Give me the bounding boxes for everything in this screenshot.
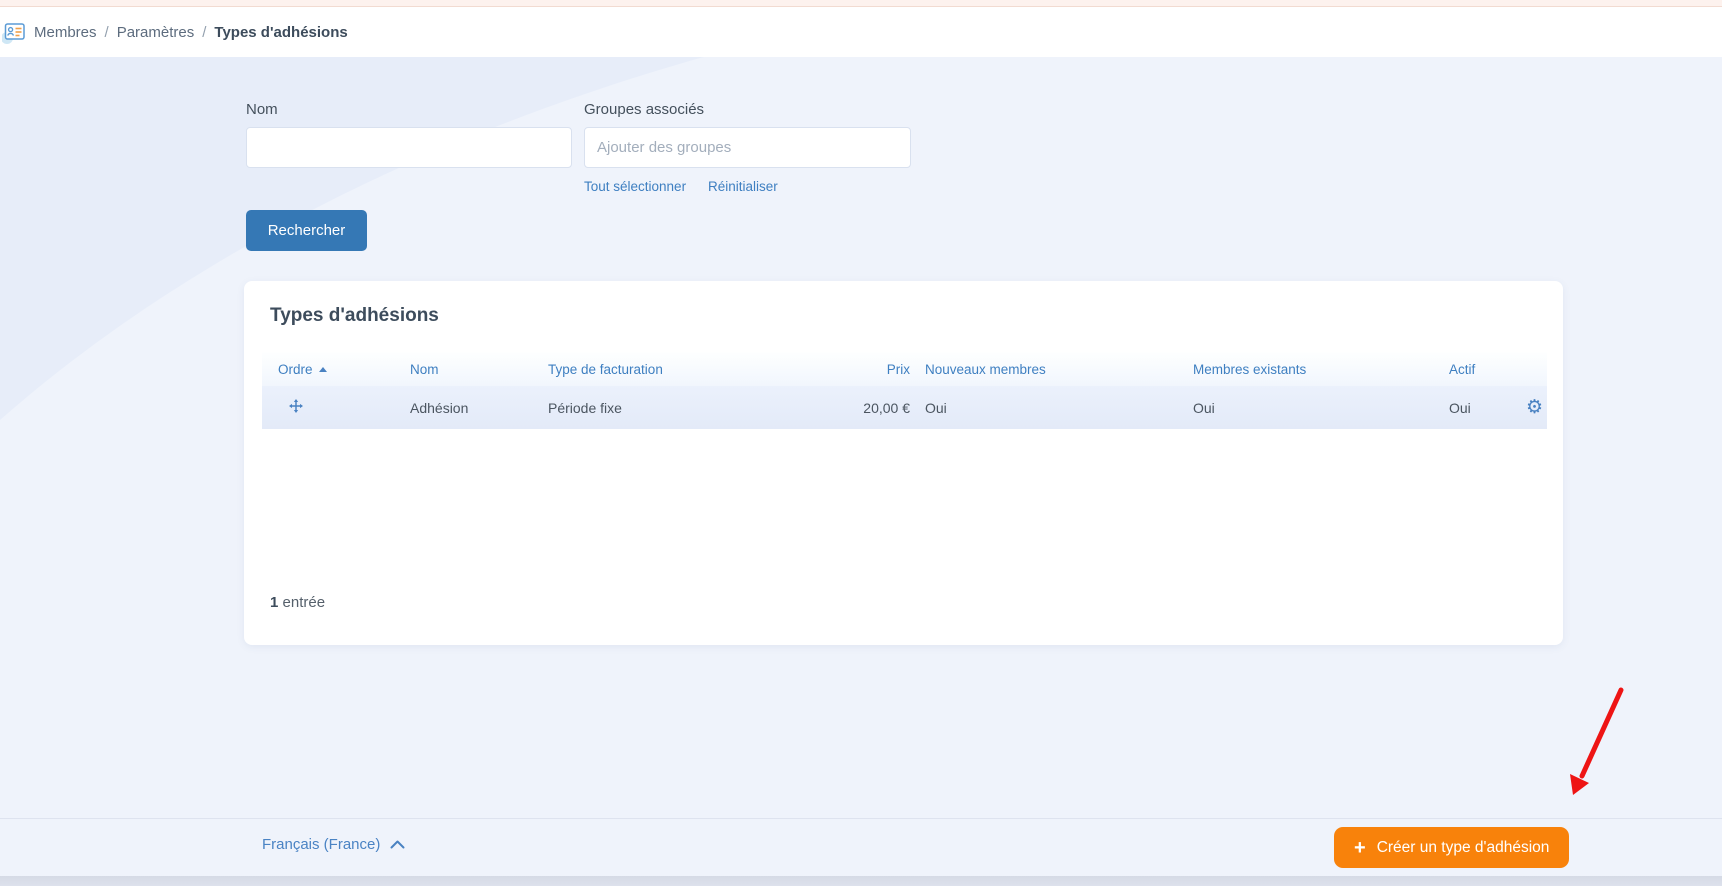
- column-header-prix[interactable]: Prix: [798, 362, 910, 377]
- reset-link[interactable]: Réinitialiser: [708, 179, 778, 194]
- membership-types-table: Ordre Nom Type de facturation Prix Nouve…: [262, 352, 1547, 429]
- top-notification-strip: [0, 0, 1722, 7]
- select-all-link[interactable]: Tout sélectionner: [584, 179, 686, 194]
- cell-prix: 20,00 €: [798, 400, 910, 416]
- groups-field-label: Groupes associés: [584, 101, 704, 118]
- table-header-row: Ordre Nom Type de facturation Prix Nouve…: [262, 352, 1547, 386]
- create-button-label: Créer un type d'adhésion: [1377, 839, 1550, 857]
- name-input[interactable]: [246, 127, 572, 168]
- cell-membres-existants: Oui: [1175, 400, 1430, 416]
- search-button[interactable]: Rechercher: [246, 210, 367, 251]
- members-module-icon: [2, 20, 26, 44]
- breadcrumb: Membres / Paramètres / Types d'adhésions: [0, 7, 1722, 57]
- language-label: Français (France): [262, 836, 380, 853]
- cell-nouveaux-membres: Oui: [910, 400, 1175, 416]
- column-header-ordre[interactable]: Ordre: [262, 362, 410, 377]
- groups-input[interactable]: [584, 127, 911, 168]
- create-membership-type-button[interactable]: + Créer un type d'adhésion: [1334, 827, 1569, 868]
- entry-count: 1 entrée: [270, 594, 325, 611]
- column-header-label: Ordre: [278, 362, 313, 377]
- cell-actif: Oui: [1430, 400, 1500, 416]
- cell-ordre: [262, 398, 410, 417]
- column-header-actif[interactable]: Actif: [1430, 362, 1500, 377]
- footer-divider: [0, 818, 1722, 819]
- bottom-edge-strip: [0, 876, 1722, 886]
- breadcrumb-separator: /: [202, 24, 206, 41]
- cell-type-facturation: Période fixe: [548, 400, 798, 416]
- cell-nom: Adhésion: [410, 400, 548, 416]
- card-title: Types d'adhésions: [270, 305, 439, 327]
- column-header-type-facturation[interactable]: Type de facturation: [548, 362, 798, 377]
- column-header-membres-existants[interactable]: Membres existants: [1175, 362, 1430, 377]
- breadcrumb-separator: /: [105, 24, 109, 41]
- breadcrumb-item-membres[interactable]: Membres: [34, 24, 97, 41]
- table-row[interactable]: Adhésion Période fixe 20,00 € Oui Oui Ou…: [262, 386, 1547, 429]
- breadcrumb-item-current: Types d'adhésions: [214, 24, 347, 41]
- language-selector[interactable]: Français (France): [262, 836, 405, 853]
- breadcrumb-item-parametres[interactable]: Paramètres: [117, 24, 195, 41]
- sort-ascending-icon: [319, 367, 327, 372]
- entry-count-label: entrée: [283, 594, 326, 611]
- name-field-label: Nom: [246, 101, 278, 118]
- settings-gear-icon[interactable]: ⚙: [1526, 398, 1543, 417]
- app-window: Membres / Paramètres / Types d'adhésions…: [0, 0, 1722, 886]
- chevron-up-icon: [390, 836, 405, 853]
- drag-move-icon[interactable]: [288, 398, 304, 414]
- column-header-nouveaux-membres[interactable]: Nouveaux membres: [910, 362, 1175, 377]
- membership-types-card: Types d'adhésions Ordre Nom Type de fact…: [244, 281, 1563, 645]
- plus-icon: +: [1354, 838, 1366, 858]
- column-header-nom[interactable]: Nom: [410, 362, 548, 377]
- entry-count-value: 1: [270, 594, 278, 611]
